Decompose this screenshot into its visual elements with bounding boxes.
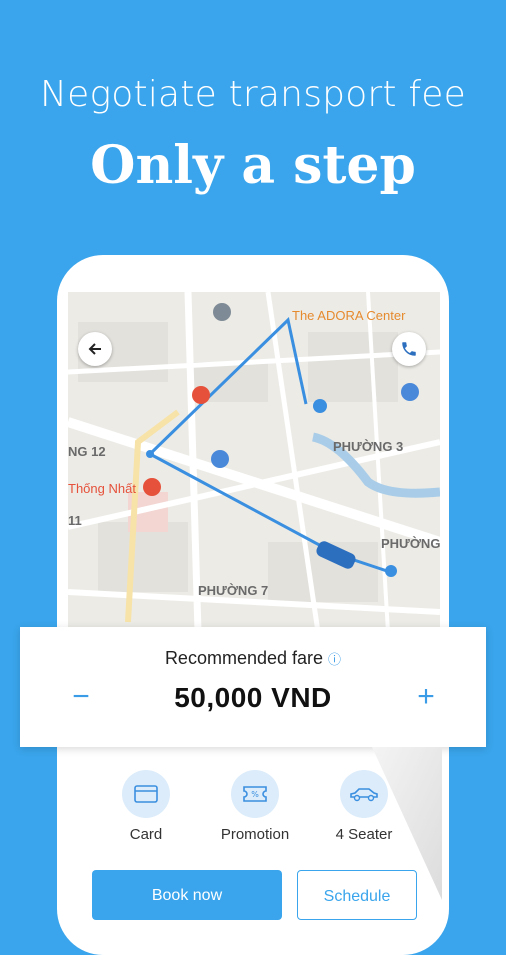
route-map[interactable]: PHƯỜNG 3 PHƯỜNG 7 PHƯỜNG NG 12 11 The AD…	[68, 292, 440, 632]
map-canvas	[68, 292, 440, 632]
promo-headline: Negotiate transport fee	[40, 74, 466, 115]
phone-icon	[402, 342, 416, 356]
poi-label: The ADORA Center	[292, 308, 406, 323]
card-icon	[122, 770, 170, 818]
arrow-left-icon	[88, 343, 101, 355]
book-now-button[interactable]: Book now	[92, 870, 282, 920]
call-button[interactable]	[392, 332, 426, 366]
map-label: PHƯỜNG 3	[333, 439, 404, 454]
fare-card: Recommended fare ⓘ − 50,000 VND +	[20, 627, 486, 747]
car-icon	[340, 770, 388, 818]
svg-text:%: %	[251, 790, 259, 799]
promotion-icon: %	[231, 770, 279, 818]
option-seater[interactable]: 4 Seater	[319, 770, 409, 843]
payment-options: Card % Promotion 4 Seater	[92, 752, 440, 862]
info-icon[interactable]: ⓘ	[328, 652, 341, 667]
map-label: NG 12	[68, 444, 106, 459]
back-button[interactable]	[78, 332, 112, 366]
schedule-button[interactable]: Schedule	[297, 870, 417, 920]
fare-label-text: Recommended fare	[164, 648, 324, 668]
map-label: 11	[68, 513, 82, 528]
option-card[interactable]: Card	[101, 770, 191, 843]
option-promotion[interactable]: % Promotion	[210, 770, 300, 843]
map-label: PHƯỜNG	[381, 536, 440, 551]
option-label: 4 Seater	[335, 826, 393, 843]
map-label: PHƯỜNG 7	[198, 583, 269, 598]
option-label: Card	[129, 826, 163, 843]
option-label: Promotion	[220, 826, 290, 843]
fare-label: Recommended fare ⓘ	[20, 648, 486, 669]
promo-subhead: Only a step	[90, 135, 416, 196]
poi-label: Thống Nhất	[68, 481, 136, 496]
increase-fare-button[interactable]: +	[411, 679, 441, 715]
